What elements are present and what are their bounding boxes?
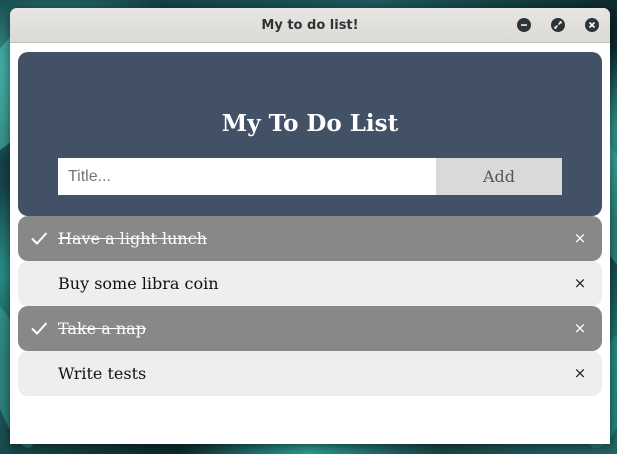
todo-header: My To Do List Add	[18, 52, 602, 216]
todo-item-label: Take a nap	[58, 319, 146, 338]
todo-list: Have a light lunch × Buy some libra coin…	[18, 216, 602, 396]
delete-item-button[interactable]: ×	[558, 216, 602, 261]
delete-item-button[interactable]: ×	[558, 261, 602, 306]
title-input[interactable]	[58, 158, 436, 195]
delete-item-button[interactable]: ×	[558, 351, 602, 396]
todo-item-label: Have a light lunch	[58, 229, 207, 248]
close-icon[interactable]	[585, 18, 599, 32]
todo-item[interactable]: Write tests ×	[18, 351, 602, 396]
checkmark-icon	[31, 322, 48, 335]
todo-item[interactable]: Have a light lunch ×	[18, 216, 602, 261]
todo-item[interactable]: Take a nap ×	[18, 306, 602, 351]
todo-item[interactable]: Buy some libra coin ×	[18, 261, 602, 306]
add-button[interactable]: Add	[436, 158, 562, 195]
maximize-icon[interactable]	[551, 18, 565, 32]
page-title: My To Do List	[221, 110, 399, 137]
todo-item-label: Write tests	[58, 364, 147, 383]
minimize-icon[interactable]	[517, 18, 531, 32]
app-window: My to do list! My To Do List Add Have	[10, 8, 610, 444]
todo-item-label: Buy some libra coin	[58, 274, 219, 293]
window-titlebar[interactable]: My to do list!	[10, 8, 610, 43]
delete-item-button[interactable]: ×	[558, 306, 602, 351]
app-content: My To Do List Add Have a light lunch × B…	[10, 43, 610, 444]
checkmark-icon	[31, 232, 48, 245]
